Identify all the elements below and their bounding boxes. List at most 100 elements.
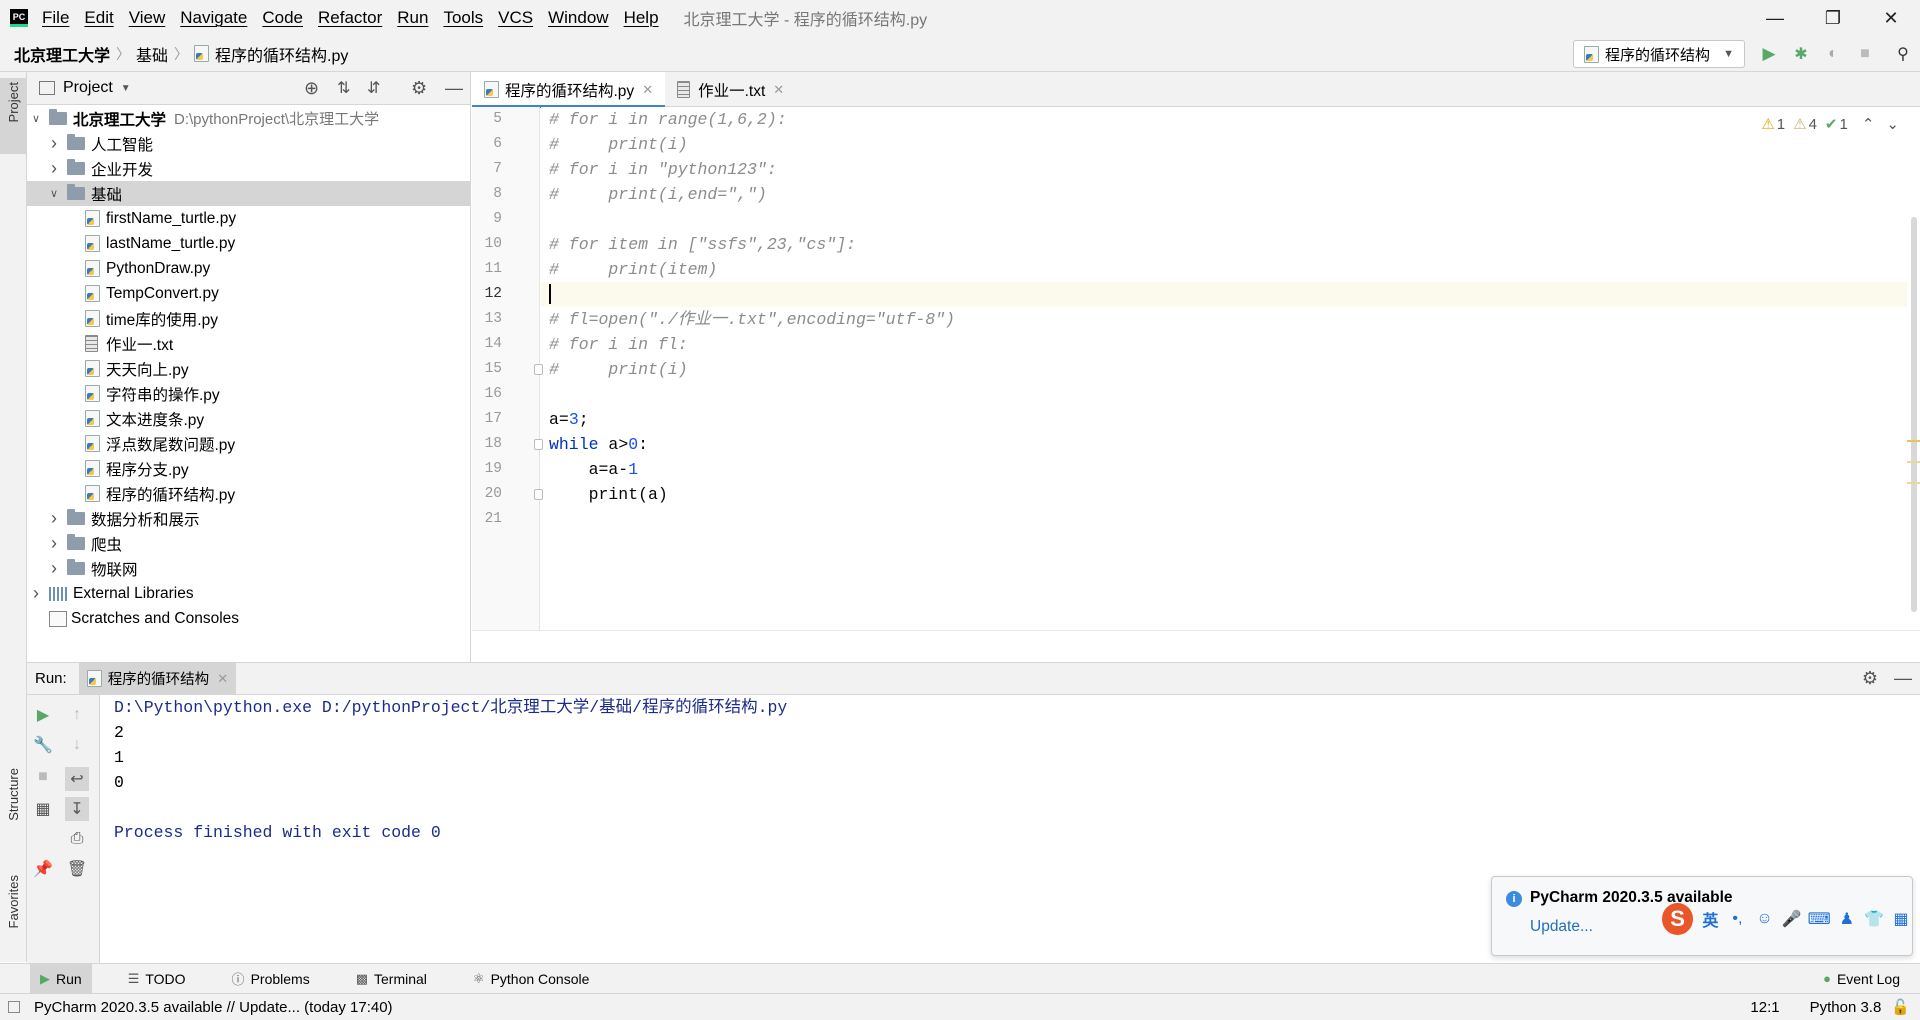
menu-help[interactable]: Help <box>624 8 659 28</box>
tab-homework-txt[interactable]: 作业一.txt ✕ <box>665 72 796 107</box>
code-line[interactable]: # for i in "python123": <box>549 157 777 182</box>
keyboard-icon[interactable]: ⌨ <box>1808 907 1831 931</box>
code-line[interactable]: # fl=open("./作业一.txt",encoding="utf-8") <box>549 307 955 332</box>
tree-file[interactable]: lastName_turtle.py <box>27 231 470 256</box>
chevron-up-icon[interactable]: ⌃ <box>1862 115 1875 133</box>
code-line[interactable]: print(a) <box>549 482 668 507</box>
menu-code[interactable]: Code <box>262 8 303 28</box>
code-line[interactable]: # print(i) <box>549 357 688 382</box>
chevron-right-icon[interactable]: › <box>47 133 61 154</box>
menu-window[interactable]: Window <box>548 8 608 28</box>
run-tab[interactable]: 程序的循环结构 ✕ <box>78 662 237 695</box>
close-button[interactable]: ✕ <box>1862 0 1920 36</box>
caret-position[interactable]: 12:1 <box>1750 999 1779 1016</box>
wrench-icon[interactable]: 🔧 <box>33 735 53 755</box>
code-line[interactable]: while a>0: <box>549 432 648 457</box>
layout-icon[interactable]: ▦ <box>33 799 53 819</box>
tree-file[interactable]: time库的使用.py <box>27 306 470 331</box>
soft-wrap-icon[interactable]: ↩ <box>65 767 89 791</box>
project-tool-label[interactable]: Project <box>6 82 21 122</box>
tree-file[interactable]: TempConvert.py <box>27 281 470 306</box>
tree-file[interactable]: 浮点数尾数问题.py <box>27 431 470 456</box>
project-view-label[interactable]: Project <box>63 79 113 97</box>
interpreter-label[interactable]: Python 3.8 <box>1810 999 1882 1016</box>
code-editor[interactable]: # for i in range(1,6,2): # print(i) # for … <box>534 107 1907 630</box>
tree-file[interactable]: PythonDraw.py <box>27 256 470 281</box>
locate-icon[interactable]: ⊕ <box>304 78 319 99</box>
menu-navigate[interactable]: Navigate <box>180 8 247 28</box>
breadcrumb-folder[interactable]: 基础 <box>136 42 168 66</box>
tree-file[interactable]: firstName_turtle.py <box>27 206 470 231</box>
search-icon[interactable]: ⚲ <box>1893 44 1913 64</box>
lock-icon[interactable]: 🔓 <box>1891 998 1910 1016</box>
fold-marker-icon[interactable] <box>534 439 543 450</box>
code-line[interactable]: a=a-1 <box>549 457 639 482</box>
menu-tools[interactable]: Tools <box>443 8 483 28</box>
structure-tool-label[interactable]: Structure <box>6 768 21 821</box>
update-link[interactable]: Update... <box>1530 918 1593 936</box>
trash-icon[interactable]: 🗑 <box>67 859 87 879</box>
arrow-down-icon[interactable]: ↓ <box>67 735 87 755</box>
chevron-down-icon[interactable]: ∨ <box>29 112 43 125</box>
tool-tab-run[interactable]: ▶ Run <box>30 963 92 994</box>
tool-windows-icon[interactable] <box>8 1001 20 1013</box>
pin-icon[interactable]: 📌 <box>33 859 53 879</box>
print-icon[interactable]: ⎙ <box>67 829 87 849</box>
code-line[interactable]: # for i in fl: <box>549 332 688 357</box>
tree-folder[interactable]: › 人工智能 <box>27 131 470 156</box>
close-icon[interactable]: ✕ <box>642 82 653 98</box>
warning-marker[interactable] <box>1907 440 1920 442</box>
chevron-down-icon[interactable]: ▼ <box>121 83 131 94</box>
ime-punctuation-toggle[interactable]: •, <box>1726 907 1748 931</box>
tree-scratches[interactable]: Scratches and Consoles <box>27 606 470 631</box>
tool-tab-terminal[interactable]: ▩ Terminal <box>346 964 437 994</box>
restore-button[interactable]: ❐ <box>1804 0 1862 36</box>
code-line[interactable]: a=3; <box>549 407 589 432</box>
coverage-icon[interactable]: ◐ <box>1823 44 1843 64</box>
scroll-to-end-icon[interactable]: ↧ <box>65 797 89 821</box>
code-line[interactable]: # for i in range(1,6,2): <box>549 107 787 132</box>
chevron-right-icon[interactable]: › <box>47 558 61 579</box>
arrow-up-icon[interactable]: ↑ <box>67 705 87 725</box>
breadcrumb-project[interactable]: 北京理工大学 <box>14 42 110 66</box>
tree-folder[interactable]: › 爬虫 <box>27 531 470 556</box>
microphone-icon[interactable]: 🎤 <box>1781 907 1803 931</box>
sogou-logo-icon[interactable]: S <box>1662 903 1694 935</box>
rerun-icon[interactable]: ▶ <box>33 705 53 725</box>
minimize-button[interactable]: — <box>1746 0 1804 36</box>
tree-file[interactable]: 程序分支.py <box>27 456 470 481</box>
tree-folder[interactable]: › 物联网 <box>27 556 470 581</box>
inspection-widget[interactable]: ⚠ 1 ⚠ 4 ✔ 1 ⌃ ⌄ <box>1753 115 1899 134</box>
tool-tab-todo[interactable]: ☰ TODO <box>118 964 196 994</box>
tree-folder[interactable]: › 企业开发 <box>27 156 470 181</box>
ime-language-toggle[interactable]: 英 <box>1699 907 1721 931</box>
hide-panel-icon[interactable]: — <box>1894 668 1912 689</box>
tree-folder[interactable]: › 数据分析和展示 <box>27 506 470 531</box>
tree-file[interactable]: 文本进度条.py <box>27 406 470 431</box>
grid-menu-icon[interactable]: ▦ <box>1890 907 1912 931</box>
tool-tab-event-log[interactable]: ● Event Log <box>1813 964 1910 994</box>
chevron-right-icon[interactable]: › <box>47 533 61 554</box>
tab-program-loop[interactable]: 程序的循环结构.py ✕ <box>472 72 666 108</box>
status-message[interactable]: PyCharm 2020.3.5 available // Update... … <box>34 999 393 1016</box>
menu-run[interactable]: Run <box>397 8 428 28</box>
tree-file[interactable]: 天天向上.py <box>27 356 470 381</box>
debug-icon[interactable]: ✱ <box>1791 44 1811 64</box>
scrollbar-thumb[interactable] <box>1911 217 1917 612</box>
gear-icon[interactable]: ⚙ <box>1862 668 1878 689</box>
menu-view[interactable]: View <box>129 8 166 28</box>
close-icon[interactable]: ✕ <box>217 671 228 687</box>
chevron-right-icon[interactable]: › <box>47 158 61 179</box>
menu-file[interactable]: File <box>42 8 69 28</box>
code-line[interactable]: # for item in ["ssfs",23,"cs"]: <box>549 232 856 257</box>
chevron-down-icon[interactable]: ∨ <box>47 187 61 200</box>
expand-all-icon[interactable]: ⇅ <box>337 78 350 98</box>
user-icon[interactable]: ♟ <box>1836 907 1858 931</box>
collapse-all-icon[interactable]: ⇵ <box>367 78 380 98</box>
stop-icon[interactable]: ■ <box>33 767 53 787</box>
tool-tab-python-console[interactable]: ⚛ Python Console <box>463 964 600 994</box>
tree-file[interactable]: 程序的循环结构.py <box>27 481 470 506</box>
code-line[interactable]: # print(i,end=",") <box>549 182 767 207</box>
code-line[interactable]: # print(i) <box>549 132 688 157</box>
hide-panel-icon[interactable]: — <box>445 78 463 99</box>
